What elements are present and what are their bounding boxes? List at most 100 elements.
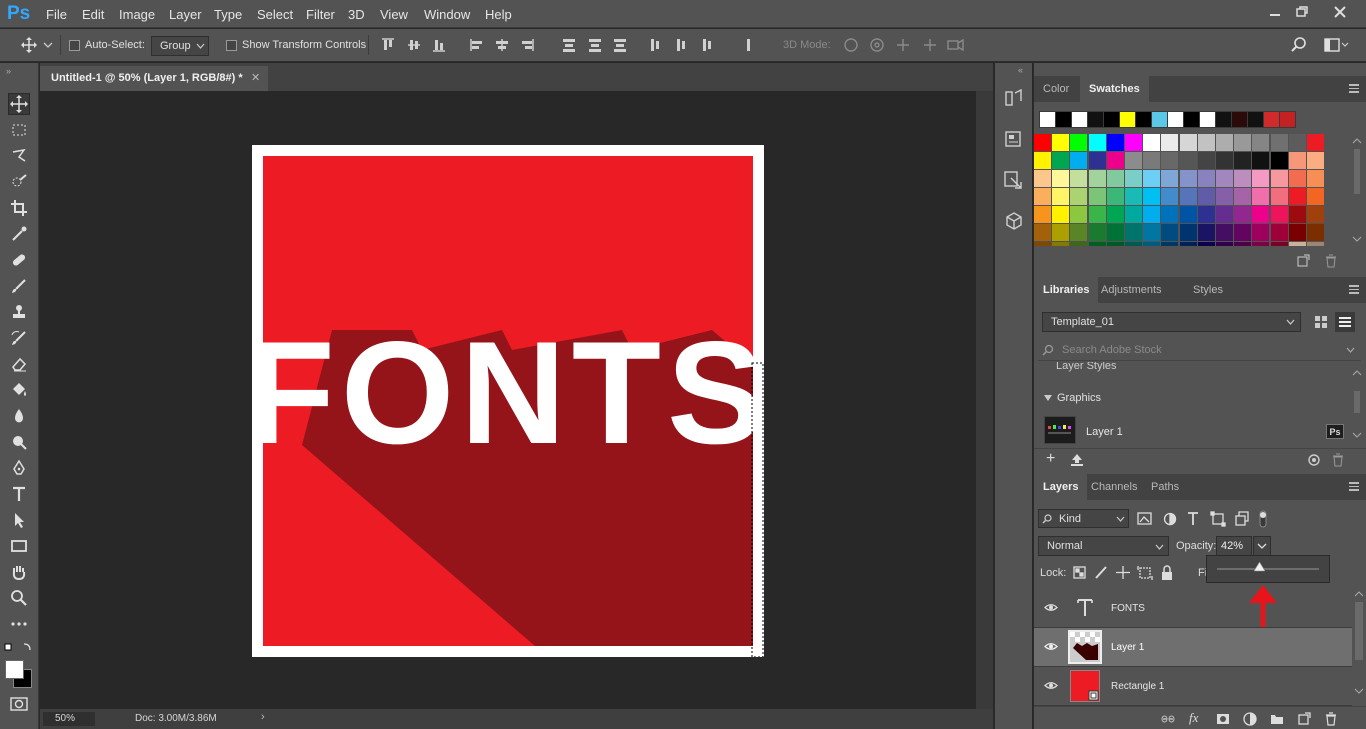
trash-icon[interactable] (1324, 254, 1338, 268)
history-brush-icon[interactable] (8, 327, 30, 349)
swatch[interactable] (1143, 170, 1161, 187)
document-tab[interactable]: Untitled-1 @ 50% (Layer 1, RGB/8#) * ✕ (40, 66, 268, 91)
layer-filter-icons[interactable] (1136, 510, 1274, 528)
swatch[interactable] (1252, 206, 1270, 223)
foreground-color-swatch[interactable] (5, 660, 24, 679)
swatch[interactable] (1307, 242, 1324, 246)
zoom-icon[interactable] (8, 587, 30, 609)
menu-image[interactable]: Image (119, 7, 155, 22)
swatch[interactable] (1252, 188, 1270, 205)
swatch[interactable] (1288, 188, 1306, 205)
opacity-input[interactable]: 42% (1216, 536, 1252, 556)
swatch[interactable] (1197, 152, 1215, 169)
swatch[interactable] (1234, 224, 1252, 241)
swatch[interactable] (1143, 188, 1161, 205)
marquee-icon[interactable] (8, 119, 30, 141)
swatch[interactable] (1034, 242, 1051, 246)
swatch[interactable] (1288, 134, 1306, 151)
layer-row-rectangle-1[interactable]: Rectangle 1 (1034, 667, 1352, 706)
tab-color[interactable]: Color (1034, 76, 1078, 102)
swatch[interactable] (1288, 152, 1306, 169)
menu-select[interactable]: Select (257, 7, 293, 22)
collapse-toolbar-icon[interactable]: » (6, 66, 11, 76)
swatch[interactable] (1125, 188, 1142, 205)
swatch[interactable] (1039, 111, 1056, 128)
swatch[interactable] (1216, 188, 1233, 205)
tab-styles[interactable]: Styles (1184, 277, 1232, 303)
menu-help[interactable]: Help (485, 7, 512, 22)
new-swatch-icon[interactable] (1296, 254, 1310, 268)
swatch[interactable] (1179, 134, 1197, 151)
swatch[interactable] (1034, 224, 1051, 241)
library-dropdown[interactable]: Template_01 (1042, 312, 1301, 332)
swatch[interactable] (1197, 206, 1215, 223)
swatch[interactable] (1270, 152, 1288, 169)
swatch[interactable] (1070, 224, 1088, 241)
3d-panel-icon[interactable] (1003, 210, 1025, 232)
swatch[interactable] (1307, 152, 1324, 169)
swatch[interactable] (1252, 242, 1270, 246)
workspace-icon[interactable] (1324, 37, 1350, 53)
swatch[interactable] (1052, 206, 1070, 223)
canvas-area[interactable]: FONTS (40, 91, 976, 709)
swatch[interactable] (1119, 111, 1136, 128)
add-mask-icon[interactable] (1216, 712, 1230, 726)
swatch[interactable] (1034, 134, 1051, 151)
upload-icon[interactable] (1070, 453, 1084, 467)
swatch[interactable] (1252, 224, 1270, 241)
swatch[interactable] (1197, 188, 1215, 205)
swatch[interactable] (1216, 224, 1233, 241)
swatch[interactable] (1197, 170, 1215, 187)
swatch[interactable] (1288, 206, 1306, 223)
swatch[interactable] (1034, 206, 1051, 223)
swatch[interactable] (1270, 224, 1288, 241)
auto-select-dropdown[interactable]: Group (151, 36, 209, 56)
tab-channels[interactable]: Channels (1082, 474, 1146, 500)
swatch[interactable] (1197, 224, 1215, 241)
search-icon[interactable] (1290, 37, 1308, 53)
swatch[interactable] (1161, 152, 1179, 169)
swatch[interactable] (1215, 111, 1232, 128)
swatch[interactable] (1143, 224, 1161, 241)
zoom-field[interactable]: 50% (43, 712, 95, 726)
swatch[interactable] (1106, 224, 1124, 241)
brush-icon[interactable] (8, 275, 30, 297)
close-icon[interactable] (1330, 3, 1350, 21)
swatch[interactable] (1161, 188, 1179, 205)
tab-adjustments[interactable]: Adjustments (1092, 277, 1171, 303)
swatch[interactable] (1270, 170, 1288, 187)
swatches-scrollbar[interactable] (1351, 137, 1363, 245)
swatch[interactable] (1161, 206, 1179, 223)
swatch[interactable] (1125, 224, 1142, 241)
swatch[interactable] (1216, 170, 1233, 187)
swatch[interactable] (1179, 242, 1197, 246)
chevron-down-icon[interactable] (43, 37, 53, 53)
swatch[interactable] (1197, 242, 1215, 246)
swatch[interactable] (1307, 188, 1324, 205)
swatch[interactable] (1247, 111, 1264, 128)
tab-layers[interactable]: Layers (1034, 474, 1088, 500)
cloud-sync-icon[interactable] (1306, 453, 1322, 467)
menu-layer[interactable]: Layer (169, 7, 202, 22)
swatch[interactable] (1106, 206, 1124, 223)
eraser-icon[interactable] (8, 353, 30, 375)
graphics-section[interactable]: Graphics (1034, 390, 1352, 408)
swatch[interactable] (1125, 170, 1142, 187)
adjustment-layer-icon[interactable] (1243, 712, 1257, 726)
swatch[interactable] (1288, 170, 1306, 187)
tab-libraries[interactable]: Libraries (1034, 277, 1099, 303)
swatch[interactable] (1088, 152, 1106, 169)
swatch[interactable] (1125, 134, 1142, 151)
layer-row-fonts[interactable]: FONTS (1034, 589, 1352, 628)
type-icon[interactable] (8, 483, 30, 505)
swatch[interactable] (1143, 242, 1161, 246)
swatch[interactable] (1270, 134, 1288, 151)
swatch[interactable] (1052, 152, 1070, 169)
swatch[interactable] (1234, 170, 1252, 187)
swatch[interactable] (1052, 188, 1070, 205)
new-layer-icon[interactable] (1297, 712, 1311, 726)
swatch[interactable] (1143, 152, 1161, 169)
swatch[interactable] (1197, 134, 1215, 151)
list-view-icon[interactable] (1335, 312, 1355, 332)
paint-bucket-icon[interactable] (8, 379, 30, 401)
